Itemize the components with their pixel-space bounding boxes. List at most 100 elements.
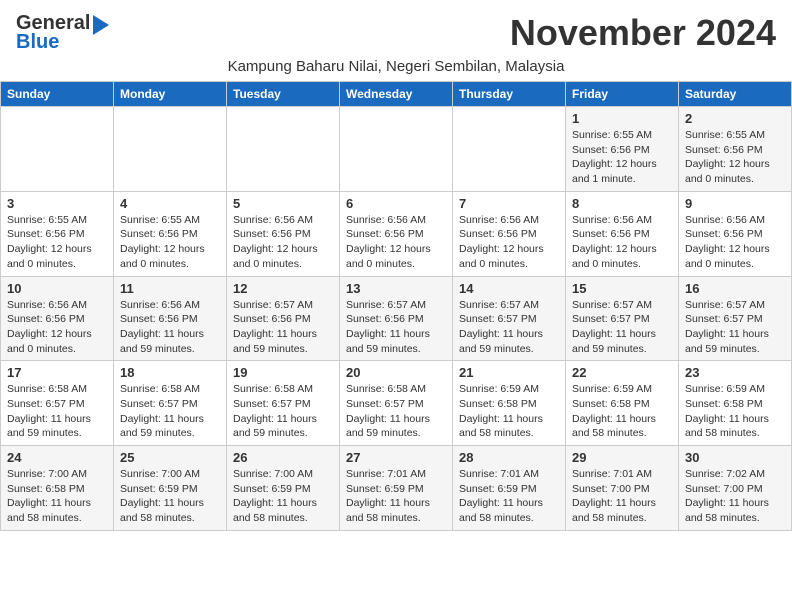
month-title: November 2024 (510, 12, 776, 54)
day-cell: 12 Sunrise: 6:57 AMSunset: 6:56 PMDayligh… (227, 276, 340, 361)
day-cell: 29 Sunrise: 7:01 AMSunset: 7:00 PMDayligh… (566, 446, 679, 531)
day-number: 8 (572, 196, 672, 211)
day-info: Sunrise: 6:59 AMSunset: 6:58 PMDaylight:… (572, 382, 672, 441)
logo: General Blue (16, 12, 109, 54)
day-cell: 7 Sunrise: 6:56 AMSunset: 6:56 PMDaylight… (453, 191, 566, 276)
day-cell: 17 Sunrise: 6:58 AMSunset: 6:57 PMDayligh… (1, 361, 114, 446)
day-info: Sunrise: 7:02 AMSunset: 7:00 PMDaylight:… (685, 467, 785, 526)
day-cell: 3 Sunrise: 6:55 AMSunset: 6:56 PMDaylight… (1, 191, 114, 276)
day-number: 12 (233, 281, 333, 296)
day-info: Sunrise: 7:01 AMSunset: 6:59 PMDaylight:… (459, 467, 559, 526)
day-cell: 22 Sunrise: 6:59 AMSunset: 6:58 PMDayligh… (566, 361, 679, 446)
page-header: General Blue November 2024 (0, 0, 792, 58)
day-cell: 9 Sunrise: 6:56 AMSunset: 6:56 PMDaylight… (679, 191, 792, 276)
day-number: 4 (120, 196, 220, 211)
day-info: Sunrise: 6:56 AMSunset: 6:56 PMDaylight:… (459, 213, 559, 272)
week-row-1: 1 Sunrise: 6:55 AMSunset: 6:56 PMDaylight… (1, 107, 792, 192)
col-thursday: Thursday (453, 82, 566, 107)
day-cell: 21 Sunrise: 6:59 AMSunset: 6:58 PMDayligh… (453, 361, 566, 446)
day-cell: 16 Sunrise: 6:57 AMSunset: 6:57 PMDayligh… (679, 276, 792, 361)
day-number: 5 (233, 196, 333, 211)
calendar-table: Sunday Monday Tuesday Wednesday Thursday… (0, 81, 792, 531)
day-cell (227, 107, 340, 192)
day-info: Sunrise: 6:57 AMSunset: 6:57 PMDaylight:… (685, 298, 785, 357)
day-info: Sunrise: 6:58 AMSunset: 6:57 PMDaylight:… (346, 382, 446, 441)
day-number: 13 (346, 281, 446, 296)
day-info: Sunrise: 6:58 AMSunset: 6:57 PMDaylight:… (7, 382, 107, 441)
day-number: 1 (572, 111, 672, 126)
day-number: 10 (7, 281, 107, 296)
location-subtitle: Kampung Baharu Nilai, Negeri Sembilan, M… (0, 58, 792, 81)
day-number: 19 (233, 365, 333, 380)
day-number: 20 (346, 365, 446, 380)
day-info: Sunrise: 6:56 AMSunset: 6:56 PMDaylight:… (685, 213, 785, 272)
day-info: Sunrise: 6:59 AMSunset: 6:58 PMDaylight:… (685, 382, 785, 441)
day-number: 17 (7, 365, 107, 380)
day-number: 16 (685, 281, 785, 296)
day-number: 26 (233, 450, 333, 465)
day-cell (114, 107, 227, 192)
day-cell: 23 Sunrise: 6:59 AMSunset: 6:58 PMDayligh… (679, 361, 792, 446)
day-info: Sunrise: 7:01 AMSunset: 7:00 PMDaylight:… (572, 467, 672, 526)
day-cell: 6 Sunrise: 6:56 AMSunset: 6:56 PMDaylight… (340, 191, 453, 276)
week-row-5: 24 Sunrise: 7:00 AMSunset: 6:58 PMDayligh… (1, 446, 792, 531)
day-info: Sunrise: 6:58 AMSunset: 6:57 PMDaylight:… (120, 382, 220, 441)
col-monday: Monday (114, 82, 227, 107)
day-cell (1, 107, 114, 192)
week-row-4: 17 Sunrise: 6:58 AMSunset: 6:57 PMDayligh… (1, 361, 792, 446)
title-block: November 2024 (510, 12, 776, 54)
day-number: 6 (346, 196, 446, 211)
logo-arrow-icon (93, 15, 109, 35)
day-number: 29 (572, 450, 672, 465)
day-cell: 30Sunrise: 7:02 AMSunset: 7:00 PMDayligh… (679, 446, 792, 531)
day-cell: 5 Sunrise: 6:56 AMSunset: 6:56 PMDaylight… (227, 191, 340, 276)
day-cell: 27 Sunrise: 7:01 AMSunset: 6:59 PMDayligh… (340, 446, 453, 531)
day-cell: 28 Sunrise: 7:01 AMSunset: 6:59 PMDayligh… (453, 446, 566, 531)
day-cell: 25 Sunrise: 7:00 AMSunset: 6:59 PMDayligh… (114, 446, 227, 531)
day-info: Sunrise: 7:00 AMSunset: 6:58 PMDaylight:… (7, 467, 107, 526)
day-info: Sunrise: 7:01 AMSunset: 6:59 PMDaylight:… (346, 467, 446, 526)
day-number: 14 (459, 281, 559, 296)
col-tuesday: Tuesday (227, 82, 340, 107)
day-info: Sunrise: 6:56 AMSunset: 6:56 PMDaylight:… (572, 213, 672, 272)
day-info: Sunrise: 6:55 AMSunset: 6:56 PMDaylight:… (572, 128, 672, 187)
day-number: 15 (572, 281, 672, 296)
day-info: Sunrise: 7:00 AMSunset: 6:59 PMDaylight:… (233, 467, 333, 526)
day-number: 2 (685, 111, 785, 126)
day-number: 7 (459, 196, 559, 211)
day-info: Sunrise: 6:59 AMSunset: 6:58 PMDaylight:… (459, 382, 559, 441)
day-number: 24 (7, 450, 107, 465)
day-info: Sunrise: 6:57 AMSunset: 6:56 PMDaylight:… (346, 298, 446, 357)
day-cell: 8 Sunrise: 6:56 AMSunset: 6:56 PMDaylight… (566, 191, 679, 276)
day-number: 28 (459, 450, 559, 465)
day-info: Sunrise: 6:55 AMSunset: 6:56 PMDaylight:… (120, 213, 220, 272)
day-cell: 14Sunrise: 6:57 AMSunset: 6:57 PMDayligh… (453, 276, 566, 361)
day-cell: 19Sunrise: 6:58 AMSunset: 6:57 PMDayligh… (227, 361, 340, 446)
day-info: Sunrise: 6:56 AMSunset: 6:56 PMDaylight:… (346, 213, 446, 272)
day-cell: 26 Sunrise: 7:00 AMSunset: 6:59 PMDayligh… (227, 446, 340, 531)
day-cell: 4 Sunrise: 6:55 AMSunset: 6:56 PMDaylight… (114, 191, 227, 276)
day-number: 23 (685, 365, 785, 380)
day-info: Sunrise: 6:55 AMSunset: 6:56 PMDaylight:… (7, 213, 107, 272)
day-number: 21 (459, 365, 559, 380)
day-cell: 24 Sunrise: 7:00 AMSunset: 6:58 PMDayligh… (1, 446, 114, 531)
day-number: 9 (685, 196, 785, 211)
calendar-header-row: Sunday Monday Tuesday Wednesday Thursday… (1, 82, 792, 107)
day-number: 22 (572, 365, 672, 380)
day-cell: 13 Sunrise: 6:57 AMSunset: 6:56 PMDayligh… (340, 276, 453, 361)
day-cell (453, 107, 566, 192)
day-cell: 20 Sunrise: 6:58 AMSunset: 6:57 PMDayligh… (340, 361, 453, 446)
day-info: Sunrise: 6:57 AMSunset: 6:56 PMDaylight:… (233, 298, 333, 357)
day-number: 11 (120, 281, 220, 296)
day-number: 3 (7, 196, 107, 211)
day-number: 25 (120, 450, 220, 465)
day-number: 27 (346, 450, 446, 465)
day-cell: 15 Sunrise: 6:57 AMSunset: 6:57 PMDayligh… (566, 276, 679, 361)
day-info: Sunrise: 6:57 AMSunset: 6:57 PMDaylight:… (572, 298, 672, 357)
day-info: Sunrise: 7:00 AMSunset: 6:59 PMDaylight:… (120, 467, 220, 526)
day-info: Sunrise: 6:56 AMSunset: 6:56 PMDaylight:… (120, 298, 220, 357)
day-info: Sunrise: 6:56 AMSunset: 6:56 PMDaylight:… (233, 213, 333, 272)
day-cell (340, 107, 453, 192)
col-sunday: Sunday (1, 82, 114, 107)
col-saturday: Saturday (679, 82, 792, 107)
